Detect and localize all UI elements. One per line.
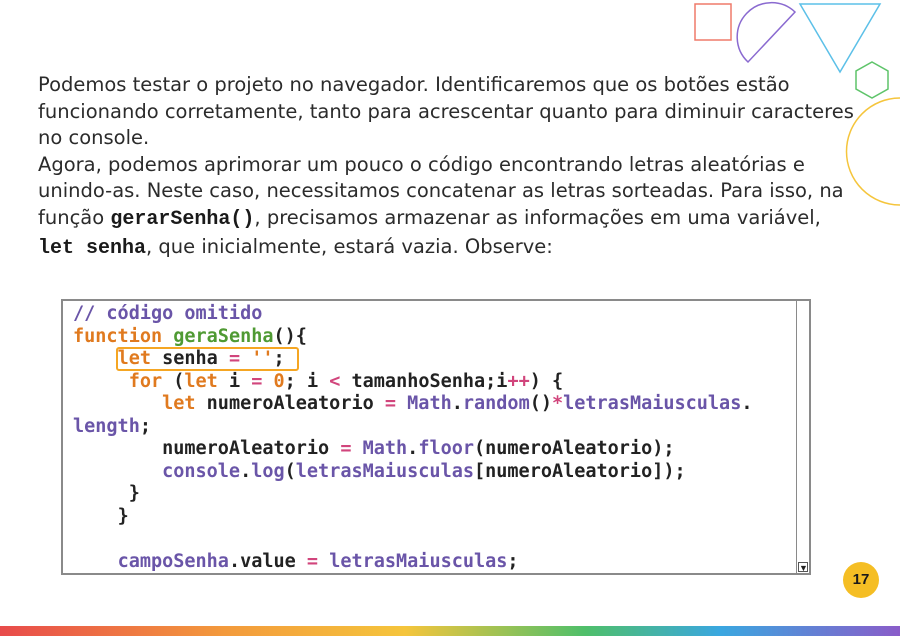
code-text: tamanhoSenha;i — [340, 370, 508, 392]
code-operator: = — [384, 393, 397, 414]
code-text: numeroAleatorio — [485, 438, 653, 459]
hexagon-shape-icon — [855, 61, 889, 99]
code-operator: ++ — [507, 370, 530, 392]
code-text: ; i — [284, 370, 330, 392]
page-number-badge: 17 — [843, 562, 879, 598]
code-number: 0 — [262, 370, 285, 392]
code-keyword: let — [184, 370, 218, 392]
code-property: length — [73, 415, 140, 437]
code-text: i — [217, 370, 252, 392]
code-comment: // código omitido — [73, 303, 263, 324]
paragraph-1: Podemos testar o projeto no navegador. I… — [38, 73, 854, 150]
code-text: ); — [652, 438, 675, 459]
code-property: campoSenha — [117, 550, 229, 572]
code-text: ( — [529, 393, 541, 414]
code-property: floor — [418, 438, 475, 459]
code-text: (){ — [273, 325, 307, 347]
code-keyword: let — [162, 393, 196, 414]
code-operator: = — [340, 438, 352, 459]
inline-code-gerarSenha: gerarSenha() — [110, 207, 255, 231]
code-operator: = — [306, 550, 319, 572]
code-text: ) — [540, 393, 552, 414]
rainbow-footer-bar — [0, 626, 900, 636]
code-text: numeroAleatorio — [485, 460, 653, 482]
code-block: // código omitido function geraSenha(){ … — [61, 299, 811, 575]
code-text: .value — [228, 550, 307, 572]
code-text: ( — [284, 460, 296, 482]
code-property: letrasMaiusculas — [295, 460, 474, 482]
code-property: random — [462, 393, 530, 414]
code-text: ) { — [529, 370, 564, 392]
code-property: letrasMaiusculas — [318, 550, 508, 572]
code-property: console — [162, 460, 241, 482]
code-operator: < — [329, 370, 341, 392]
code-operator: * — [551, 393, 564, 414]
inline-code-let-senha: let senha — [38, 236, 147, 260]
code-property: Math — [396, 393, 452, 414]
code-function-name: geraSenha — [173, 325, 274, 347]
code-keyword: function — [73, 325, 163, 347]
code-operator: = — [251, 370, 263, 392]
paragraph-2-text-c: , que inicialmente, estará vazia. Observ… — [146, 234, 553, 258]
code-text: ( — [162, 370, 185, 392]
code-keyword: for — [128, 370, 163, 392]
code-property: letrasMaiusculas — [563, 393, 742, 414]
code-text: numeroAleatorio — [195, 393, 385, 414]
code-text: // código omitido function geraSenha(){ … — [73, 303, 752, 573]
code-text: . — [407, 438, 419, 459]
code-text: ]); — [652, 460, 686, 482]
code-text: . — [741, 393, 753, 414]
paragraph-2: Agora, podemos aprimorar um pouco o códi… — [38, 152, 858, 262]
code-text: ( — [474, 438, 486, 459]
body-text: Podemos testar o projeto no navegador. I… — [38, 72, 858, 262]
square-shape-icon — [694, 3, 732, 41]
code-text: . — [451, 393, 463, 414]
half-circle-shape-icon — [736, 2, 797, 64]
highlight-box — [116, 347, 299, 371]
code-text: } — [117, 505, 129, 527]
code-text: } — [128, 483, 140, 504]
scroll-down-icon[interactable]: ▼ — [798, 562, 808, 573]
code-text: . — [240, 460, 252, 482]
code-text: [ — [474, 460, 486, 482]
triangle-shape-icon — [798, 3, 882, 74]
code-property: log — [251, 460, 285, 482]
code-text: ; — [507, 550, 519, 572]
paragraph-2-text-b: , precisamos armazenar as informações em… — [254, 205, 821, 229]
code-text: ; — [139, 415, 151, 437]
code-scrollbar[interactable]: ▼ — [796, 301, 809, 573]
code-property: Math — [351, 438, 408, 459]
code-text: numeroAleatorio — [162, 438, 341, 459]
